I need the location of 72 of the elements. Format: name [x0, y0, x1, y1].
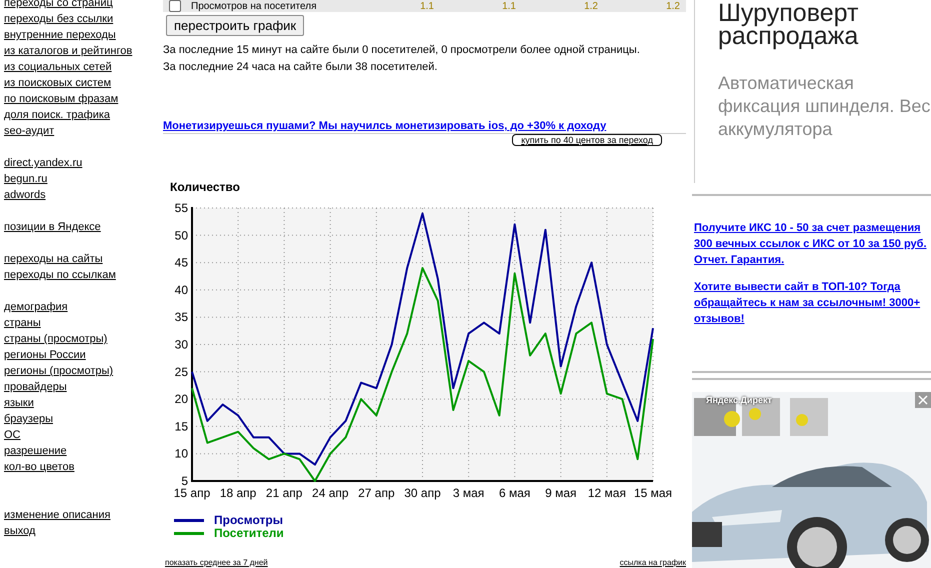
y-tick-label: 20	[174, 392, 188, 406]
x-tick-label: 30 апр	[404, 486, 441, 500]
sidebar-link[interactable]: direct.yandex.ru	[4, 155, 160, 171]
sidebar-link[interactable]: из каталогов и рейтингов	[4, 43, 160, 59]
sidebar-link[interactable]: из социальных сетей	[4, 59, 160, 75]
y-tick-label: 45	[174, 256, 188, 270]
sidebar-link[interactable]: adwords	[4, 187, 160, 203]
legend-label: Просмотры	[214, 514, 284, 527]
sidebar-link[interactable]: страны (просмотры)	[4, 331, 160, 347]
x-tick-label: 6 мая	[498, 486, 530, 500]
sidebar-link[interactable]: регионы (просмотры)	[4, 363, 160, 379]
row-value: 1.1	[419, 0, 434, 12]
buy-button[interactable]: купить по 40 центов за переход	[512, 134, 662, 146]
stats-text: За последние 15 минут на сайте были 0 посетителей, 0 просмотрели более одной страницы.	[163, 43, 641, 58]
sidebar-link[interactable]: seo-аудит	[4, 123, 160, 139]
sidebar-link[interactable]: выход	[4, 523, 160, 539]
sidebar-link[interactable]: begun.ru	[4, 171, 160, 187]
y-tick-label: 30	[174, 338, 188, 352]
sidebar-link[interactable]: изменение описания	[4, 507, 160, 523]
sidebar-link[interactable]: демография	[4, 299, 160, 315]
row-value: 1.2	[665, 0, 680, 12]
x-tick-label: 12 мая	[588, 486, 626, 500]
sidebar-link[interactable]: языки	[4, 395, 160, 411]
ad-card[interactable]: Шуруповерт распродажа Автоматическая фиксация шпинделя. Вес аккумулятора	[694, 0, 931, 183]
x-tick-label: 21 апр	[266, 486, 302, 500]
sidebar-link[interactable]: внутренние переходы	[4, 27, 160, 43]
checkbox[interactable]	[169, 0, 181, 12]
row-value: 1.1	[501, 0, 516, 12]
sidebar-link[interactable]: ОС	[4, 427, 160, 443]
sidebar-link[interactable]: доля поиск. трафика	[4, 107, 160, 123]
stats-text: За последние 24 часа на сайте были 38 посетителей.	[163, 60, 438, 75]
sidebar-link[interactable]: по поисковым фразам	[4, 91, 160, 107]
ad-link[interactable]: Хотите вывести сайт в ТОП-10? Тогда обращайтесь к нам за ссылочным! 3000+ отзывов!	[694, 279, 927, 327]
sidebar-link[interactable]: из поисковых систем	[4, 75, 160, 91]
chart-link[interactable]: ссылка на график	[620, 558, 686, 567]
sidebar-link[interactable]: переходы на сайты	[4, 251, 160, 267]
x-tick-label: 18 апр	[220, 486, 256, 500]
sidebar-link[interactable]: переходы со страниц	[4, 0, 160, 11]
ad-label: Яндекс.Директ	[706, 395, 772, 405]
y-tick-label: 55	[174, 201, 188, 215]
ad-text: Автоматическая фиксация шпинделя. Вес аккумулятора	[718, 72, 931, 141]
y-tick-label: 10	[174, 446, 188, 461]
x-tick-label: 15 апр	[174, 486, 210, 500]
sidebar-link[interactable]: переходы без ссылки	[4, 11, 160, 27]
chart-title: Количество	[170, 180, 241, 194]
sidebar-link[interactable]: переходы по ссылкам	[4, 267, 160, 283]
row-label: Просмотров на посетителя	[191, 0, 318, 12]
sidebar-link[interactable]: браузеры	[4, 411, 160, 427]
x-tick-label: 3 мая	[452, 486, 484, 500]
sidebar-link[interactable]: позиции в Яндексе	[4, 219, 160, 235]
x-tick-label: 27 апр	[358, 486, 395, 500]
sidebar-link[interactable]: разрешение	[4, 443, 160, 459]
y-tick-label: 50	[174, 228, 188, 242]
rebuild-button[interactable]: перестроить график	[166, 15, 304, 36]
x-tick-label: 24 апр	[312, 486, 349, 500]
x-tick-label: 15 мая	[634, 486, 672, 500]
row-value: 1.2	[583, 0, 598, 12]
y-tick-label: 40	[174, 282, 188, 297]
legend-label: Посетители	[214, 527, 284, 540]
close-icon[interactable]	[915, 392, 931, 408]
sidebar-link[interactable]: провайдеры	[4, 379, 160, 395]
average-link[interactable]: показать среднее за 7 дней	[165, 558, 268, 567]
sidebar-link[interactable]: регионы России	[4, 347, 160, 363]
ad-link[interactable]: Получите ИКС 10 - 50 за счет размещения 300 вечных ссылок с ИКС от 10 за 150 руб. Отчет. Гарантия.	[694, 220, 927, 268]
x-tick-label: 9 мая	[545, 486, 577, 500]
y-tick-label: 5	[181, 474, 188, 488]
sidebar-link[interactable]: кол-во цветов	[4, 459, 160, 475]
sidebar-link[interactable]: страны	[4, 315, 160, 331]
y-tick-label: 25	[174, 364, 188, 379]
y-tick-label: 15	[174, 419, 188, 434]
y-tick-label: 35	[174, 310, 188, 324]
ad-title: Шуруповерт распродажа	[718, 2, 860, 48]
